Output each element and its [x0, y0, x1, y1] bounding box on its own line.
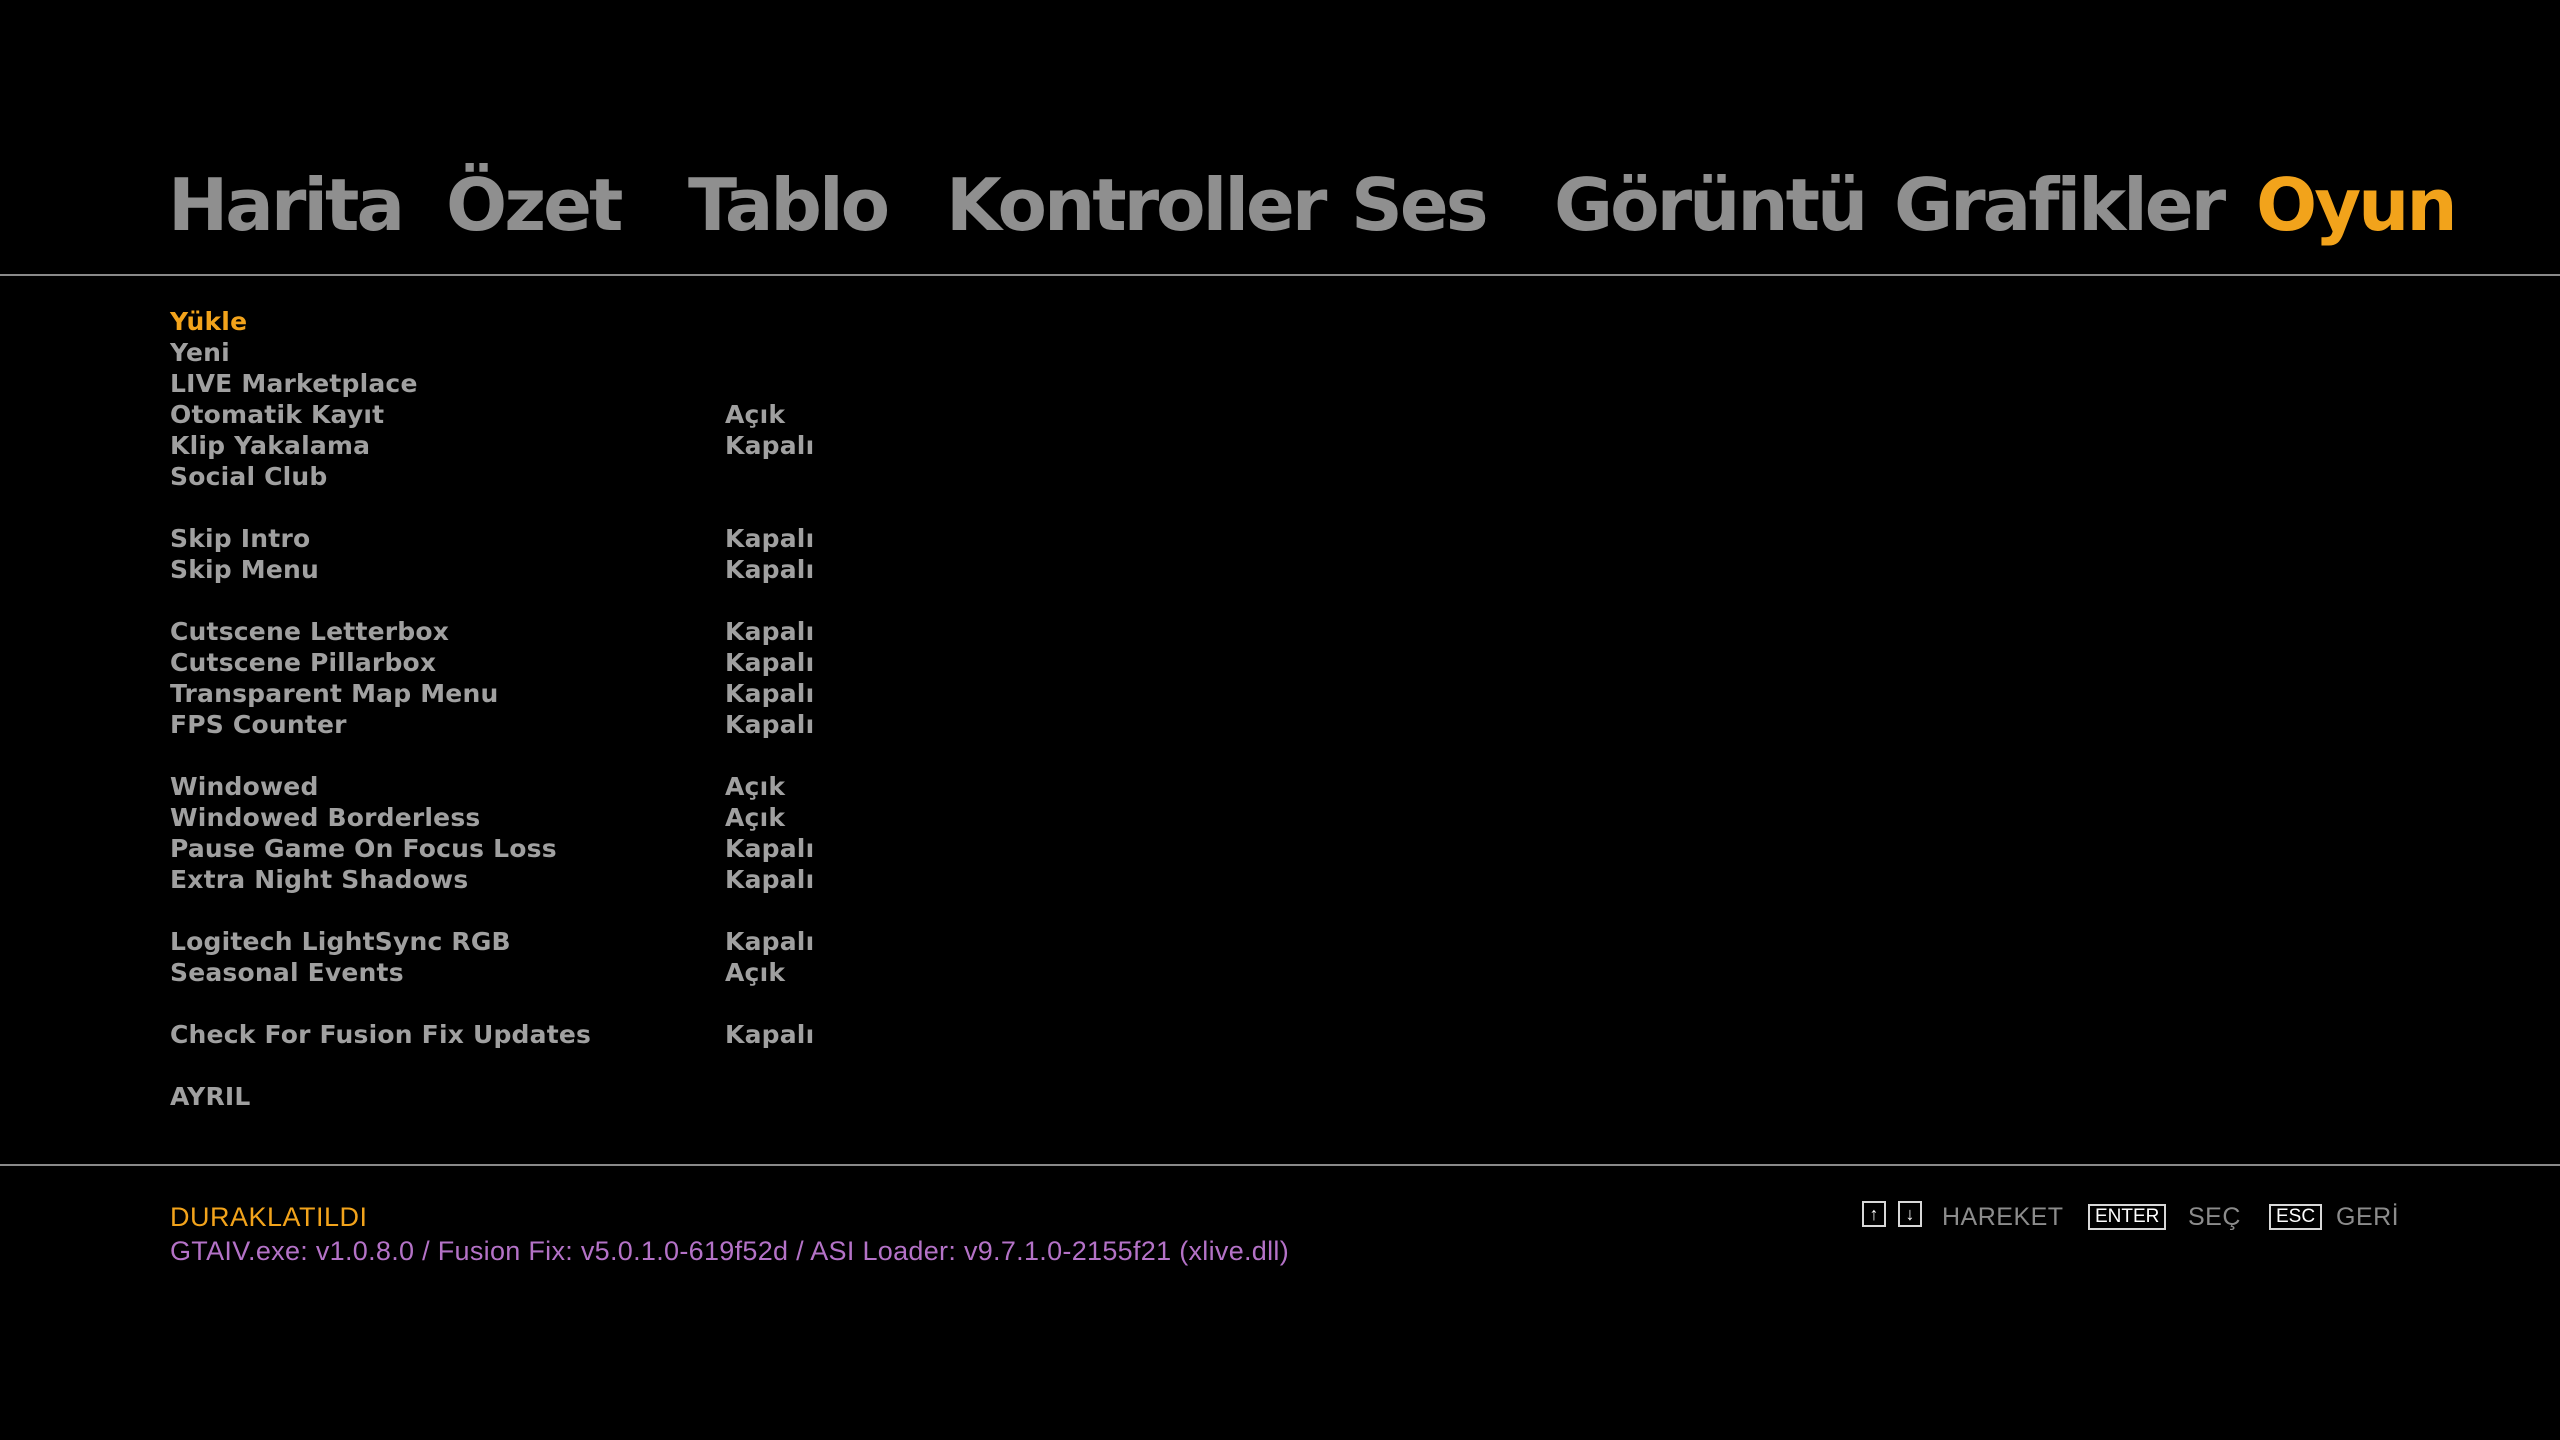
arrow-down-icon: ↓: [1898, 1201, 1922, 1227]
menu-item-label: Pause Game On Focus Loss: [170, 834, 557, 863]
menu-spacer: [170, 585, 870, 616]
menu-spacer: [170, 1050, 870, 1081]
menu-item-skip-intro[interactable]: Skip Intro Kapalı: [170, 523, 870, 554]
menu-spacer: [170, 492, 870, 523]
menu-item-label: Yükle: [170, 307, 248, 336]
tab-harita[interactable]: Harita: [168, 155, 405, 255]
menu-item-label: Otomatik Kayıt: [170, 400, 385, 429]
menu-spacer: [170, 895, 870, 926]
menu-item-label: Cutscene Pillarbox: [170, 648, 437, 677]
menu-item-social-club[interactable]: Social Club: [170, 461, 870, 492]
menu-item-label: Windowed: [170, 772, 319, 801]
menu-spacer: [170, 988, 870, 1019]
menu-item-value[interactable]: Kapalı: [725, 554, 814, 585]
menu-item-value[interactable]: Kapalı: [725, 678, 814, 709]
game-settings-menu: Yükle Yeni LIVE Marketplace Otomatik Kay…: [170, 306, 870, 1112]
menu-item-seasonal-events[interactable]: Seasonal Events Açık: [170, 957, 870, 988]
menu-item-value[interactable]: Açık: [725, 771, 785, 802]
enter-key-hint[interactable]: ENTER: [2088, 1204, 2167, 1230]
menu-item-value[interactable]: Kapalı: [725, 709, 814, 740]
menu-item-value[interactable]: Açık: [725, 802, 785, 833]
version-info: GTAIV.exe: v1.0.8.0 / Fusion Fix: v5.0.1…: [170, 1236, 1290, 1266]
menu-item-value[interactable]: Kapalı: [725, 864, 814, 895]
menu-item-label: Skip Menu: [170, 555, 320, 584]
menu-item-load[interactable]: Yükle: [170, 306, 870, 337]
arrow-up-icon: ↑: [1862, 1201, 1886, 1227]
menu-item-cutscene-letterbox[interactable]: Cutscene Letterbox Kapalı: [170, 616, 870, 647]
menu-item-skip-menu[interactable]: Skip Menu Kapalı: [170, 554, 870, 585]
paused-status: DURAKLATILDI: [170, 1202, 368, 1232]
menu-item-label: Skip Intro: [170, 524, 311, 553]
menu-item-label: Cutscene Letterbox: [170, 617, 450, 646]
control-hints: ↑ ↓ HAREKET ENTER SEÇ ESC GERİ: [1862, 1200, 2402, 1234]
tab-ses[interactable]: Ses: [1351, 155, 1489, 255]
menu-item-label: Check For Fusion Fix Updates: [170, 1020, 592, 1049]
menu-item-clip-capture[interactable]: Klip Yakalama Kapalı: [170, 430, 870, 461]
menu-item-extra-night-shadows[interactable]: Extra Night Shadows Kapalı: [170, 864, 870, 895]
menu-item-label: Yeni: [170, 338, 230, 367]
tab-kontroller[interactable]: Kontroller: [946, 155, 1327, 255]
back-hint-label: GERİ: [2336, 1203, 2400, 1231]
header-divider: [0, 274, 2560, 276]
menu-item-transparent-map-menu[interactable]: Transparent Map Menu Kapalı: [170, 678, 870, 709]
menu-item-label: Seasonal Events: [170, 958, 404, 987]
menu-item-windowed-borderless[interactable]: Windowed Borderless Açık: [170, 802, 870, 833]
tab-ozet[interactable]: Özet: [446, 155, 623, 255]
tab-grafikler[interactable]: Grafikler: [1894, 155, 2226, 255]
tab-tablo[interactable]: Tablo: [688, 155, 890, 255]
menu-item-value[interactable]: Açık: [725, 399, 785, 430]
menu-item-label: Social Club: [170, 462, 328, 491]
menu-item-value[interactable]: Kapalı: [725, 523, 814, 554]
menu-item-label: Klip Yakalama: [170, 431, 371, 460]
menu-item-label: Extra Night Shadows: [170, 865, 469, 894]
menu-item-label: LIVE Marketplace: [170, 369, 418, 398]
tab-oyun[interactable]: Oyun: [2256, 155, 2458, 255]
menu-item-autosave[interactable]: Otomatik Kayıt Açık: [170, 399, 870, 430]
menu-item-label: Transparent Map Menu: [170, 679, 499, 708]
menu-tab-bar: Harita Özet Tablo Kontroller Ses Görüntü…: [0, 155, 2560, 255]
menu-item-label: AYRIL: [170, 1082, 251, 1111]
menu-item-check-updates[interactable]: Check For Fusion Fix Updates Kapalı: [170, 1019, 870, 1050]
menu-item-value[interactable]: Kapalı: [725, 1019, 814, 1050]
esc-key-hint[interactable]: ESC: [2269, 1204, 2323, 1230]
menu-item-windowed[interactable]: Windowed Açık: [170, 771, 870, 802]
tab-goruntu[interactable]: Görüntü: [1554, 155, 1868, 255]
menu-item-pause-on-focus-loss[interactable]: Pause Game On Focus Loss Kapalı: [170, 833, 870, 864]
menu-spacer: [170, 740, 870, 771]
menu-item-live-marketplace[interactable]: LIVE Marketplace: [170, 368, 870, 399]
select-hint-label: SEÇ: [2188, 1203, 2241, 1231]
menu-item-value[interactable]: Kapalı: [725, 833, 814, 864]
menu-item-new[interactable]: Yeni: [170, 337, 870, 368]
menu-item-value[interactable]: Kapalı: [725, 926, 814, 957]
move-hint-label: HAREKET: [1942, 1203, 2064, 1231]
menu-item-label: Windowed Borderless: [170, 803, 481, 832]
menu-item-value[interactable]: Kapalı: [725, 430, 814, 461]
footer-divider: [0, 1164, 2560, 1166]
menu-item-logitech-lightsync[interactable]: Logitech LightSync RGB Kapalı: [170, 926, 870, 957]
menu-item-value[interactable]: Kapalı: [725, 616, 814, 647]
menu-item-value[interactable]: Kapalı: [725, 647, 814, 678]
menu-item-fps-counter[interactable]: FPS Counter Kapalı: [170, 709, 870, 740]
menu-item-value[interactable]: Açık: [725, 957, 785, 988]
menu-item-cutscene-pillarbox[interactable]: Cutscene Pillarbox Kapalı: [170, 647, 870, 678]
menu-item-label: FPS Counter: [170, 710, 347, 739]
menu-item-quit[interactable]: AYRIL: [170, 1081, 870, 1112]
menu-item-label: Logitech LightSync RGB: [170, 927, 511, 956]
